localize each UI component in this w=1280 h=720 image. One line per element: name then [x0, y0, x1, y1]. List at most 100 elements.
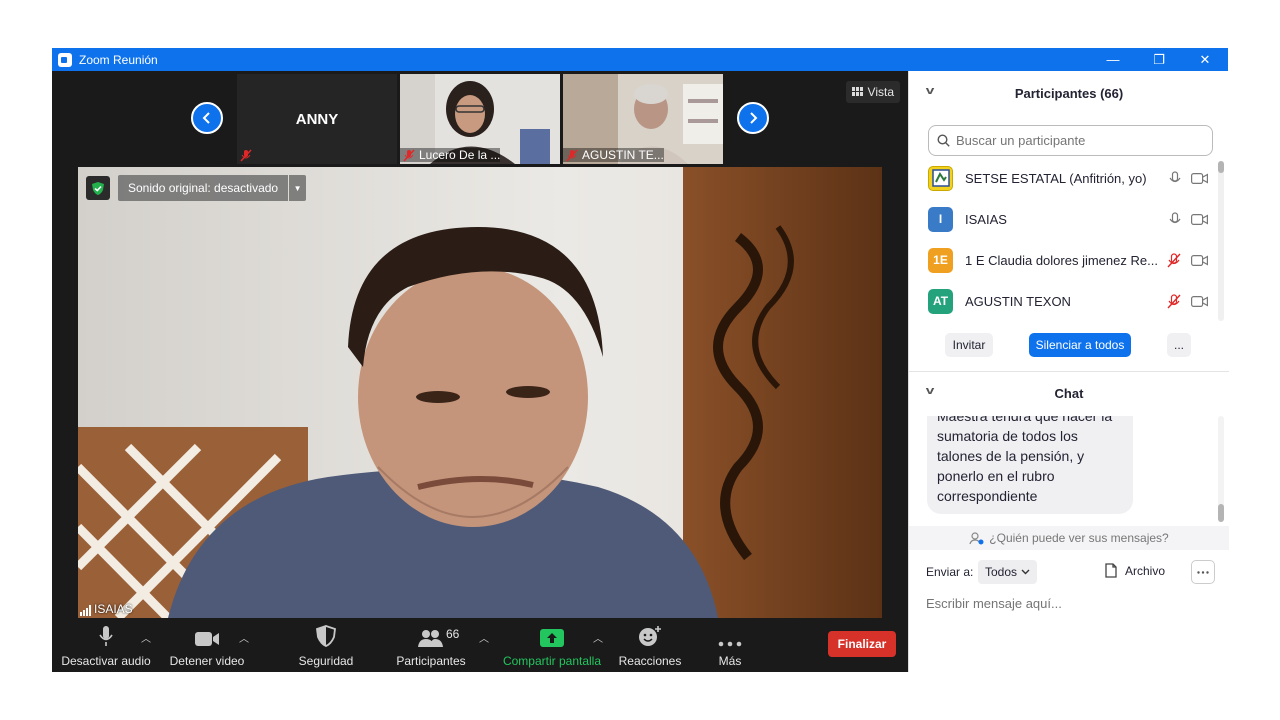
thumb-agustin[interactable]: AGUSTIN TE... [563, 74, 723, 164]
video-camera-icon [195, 632, 219, 646]
meeting-area: ANNY Lucero De la ... AGUSTIN TE... Vist… [52, 71, 908, 672]
reactions-icon [639, 626, 661, 646]
chat-scrollbar[interactable] [1218, 416, 1224, 522]
window-controls: — ❐ ✕ [1090, 48, 1228, 71]
thumb-label: AGUSTIN TE... [563, 148, 664, 162]
avatar: 1E [928, 247, 953, 273]
more-chat-options-button[interactable] [1191, 560, 1215, 584]
video-camera-icon [1191, 295, 1208, 307]
avatar [928, 165, 953, 191]
thumb-name: AGUSTIN TE... [582, 148, 664, 162]
thumb-anny[interactable]: ANNY [237, 74, 397, 164]
share-screen-icon [540, 629, 564, 647]
search-icon [937, 134, 950, 147]
next-page-button[interactable] [737, 102, 769, 134]
participant-row[interactable]: AT AGUSTIN TEXON [928, 286, 1208, 316]
window-title: Zoom Reunión [79, 52, 158, 67]
search-input[interactable] [956, 133, 1196, 148]
prev-page-button[interactable] [191, 102, 223, 134]
chevron-left-icon [202, 112, 210, 124]
share-options-chevron-icon[interactable]: ︿ [593, 630, 603, 645]
zoom-app-icon [58, 52, 72, 67]
participant-row[interactable]: I ISAIAS [928, 204, 1208, 234]
view-label: Vista [867, 85, 894, 99]
chat-message-input[interactable] [926, 591, 1216, 615]
file-button[interactable]: Archivo [1105, 563, 1165, 578]
participant-search[interactable] [928, 125, 1213, 156]
close-button[interactable]: ✕ [1182, 48, 1228, 71]
mute-audio-label: Desactivar audio [61, 654, 151, 668]
more-label: Más [718, 654, 742, 668]
share-screen-button[interactable]: Compartir pantalla [500, 621, 604, 672]
thumb-label: Lucero De la ... [400, 148, 501, 162]
chevron-down-icon[interactable]: ▼ [289, 175, 307, 201]
participant-row[interactable]: 1E 1 E Claudia dolores jimenez Re... [928, 245, 1208, 275]
more-button[interactable]: Más [710, 621, 750, 672]
collapse-chevron-icon[interactable]: v [926, 85, 935, 97]
message-visibility-link[interactable]: ¿Quién puede ver sus mensajes? [909, 526, 1229, 550]
thumb-label [237, 149, 252, 162]
participants-icon [418, 630, 443, 647]
chevron-down-icon [1021, 569, 1030, 575]
thumb-name-large: ANNY [295, 110, 339, 128]
participants-label: Participantes [396, 654, 466, 668]
thumbnail-strip: ANNY Lucero De la ... AGUSTIN TE... Vist… [52, 71, 908, 165]
participant-name: AGUSTIN TEXON [965, 293, 1071, 309]
host-logo-icon [931, 169, 950, 187]
participants-options-chevron-icon[interactable]: ︿ [479, 630, 489, 645]
send-to-value: Todos [985, 565, 1018, 579]
original-sound-toggle[interactable]: Sonido original: desactivado ▼ [118, 175, 307, 201]
signal-bars-icon [80, 605, 91, 616]
meeting-toolbar: Desactivar audio ︿ Detener video ︿ Segur… [52, 621, 908, 672]
video-camera-icon [1191, 254, 1208, 266]
chat-title: Chat [1054, 385, 1084, 401]
visibility-text: ¿Quién puede ver sus mensajes? [989, 531, 1169, 545]
muted-mic-icon [1167, 293, 1181, 308]
speaker-label: ISAIAS [80, 602, 133, 616]
more-participant-options-button[interactable]: ... [1167, 333, 1191, 357]
grid-view-icon [851, 87, 863, 96]
zoom-window: Zoom Reunión — ❐ ✕ ANNY Lucero De la ...… [52, 48, 1229, 672]
audio-options-chevron-icon[interactable]: ︿ [141, 630, 151, 645]
participants-list: SETSE ESTATAL (Anfitrión, yo) I ISAIAS 1… [909, 163, 1229, 327]
file-icon [1105, 563, 1117, 578]
encryption-shield-icon[interactable] [86, 176, 110, 200]
minimize-button[interactable]: — [1090, 48, 1136, 71]
video-options-chevron-icon[interactable]: ︿ [239, 630, 249, 645]
side-panel: v Participantes (66) SETSE ESTATAL (Anfi… [908, 71, 1229, 672]
avatar: AT [928, 288, 953, 314]
shield-icon [316, 625, 336, 647]
file-label: Archivo [1125, 563, 1166, 578]
reactions-button[interactable]: Reacciones [614, 621, 686, 672]
participants-title: Participantes (66) [1014, 85, 1124, 101]
restore-button[interactable]: ❐ [1136, 48, 1182, 71]
chat-message: Maestra tendrá que hacer la sumatoria de… [927, 416, 1133, 514]
speaker-name: ISAIAS [94, 602, 133, 616]
view-button[interactable]: Vista [845, 81, 900, 103]
participant-name: SETSE ESTATAL (Anfitrión, yo) [965, 170, 1147, 186]
muted-mic-icon [403, 148, 415, 162]
mute-all-button[interactable]: Silenciar a todos [1029, 333, 1131, 357]
chat-messages: Maestra tendrá que hacer la sumatoria de… [909, 416, 1229, 526]
chat-header: v Chat [909, 371, 1229, 415]
send-to-dropdown[interactable]: Todos [978, 560, 1038, 584]
original-sound-label: Sonido original: desactivado [118, 175, 289, 201]
participant-row[interactable]: SETSE ESTATAL (Anfitrión, yo) [928, 163, 1208, 193]
microphone-icon [99, 626, 113, 646]
thumb-name: Lucero De la ... [419, 148, 501, 162]
more-dots-icon [1197, 570, 1209, 574]
end-meeting-button[interactable]: Finalizar [828, 631, 896, 657]
security-button[interactable]: Seguridad [292, 621, 360, 672]
more-dots-icon [718, 641, 742, 647]
collapse-chevron-icon[interactable]: v [926, 385, 935, 397]
participants-scrollbar[interactable] [1218, 161, 1224, 321]
title-bar: Zoom Reunión — ❐ ✕ [52, 48, 1228, 71]
stop-video-button[interactable]: Detener video [164, 621, 250, 672]
share-screen-label: Compartir pantalla [502, 654, 602, 668]
invite-button[interactable]: Invitar [945, 333, 993, 357]
mute-audio-button[interactable]: Desactivar audio [61, 621, 151, 672]
speaker-video-image [78, 167, 882, 618]
thumb-lucero[interactable]: Lucero De la ... [400, 74, 560, 164]
participant-name: 1 E Claudia dolores jimenez Re... [965, 252, 1158, 268]
video-camera-icon [1191, 213, 1208, 225]
